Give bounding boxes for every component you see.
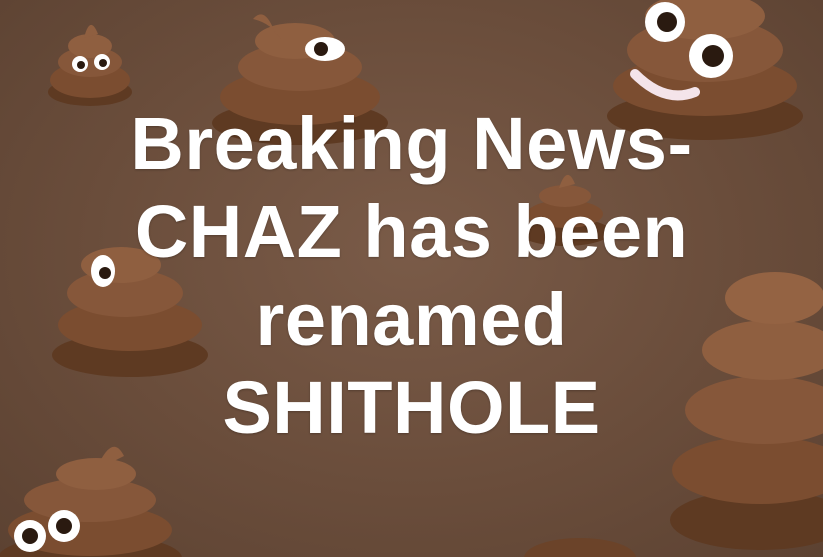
poop-emoji-icon <box>48 24 132 106</box>
meme-image: Breaking News- CHAZ has been renamed SHI… <box>0 0 823 557</box>
caption-line-4: SHITHOLE <box>222 366 601 449</box>
poop-emoji-icon <box>524 538 636 557</box>
caption-line-1: Breaking News- <box>130 102 693 185</box>
caption-line-3: renamed <box>255 278 568 361</box>
meme-caption: Breaking News- CHAZ has been renamed SHI… <box>0 100 823 452</box>
caption-line-2: CHAZ has been <box>134 190 689 273</box>
